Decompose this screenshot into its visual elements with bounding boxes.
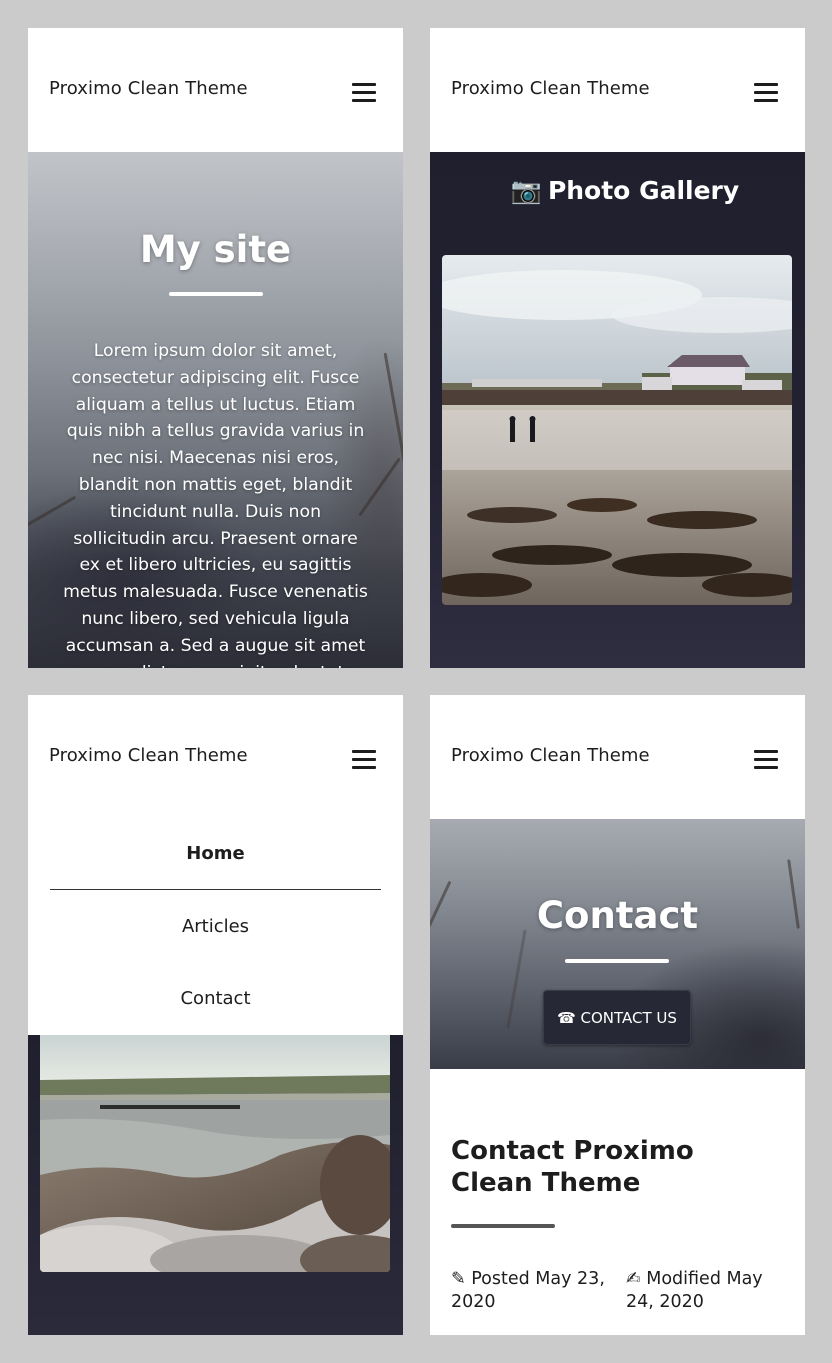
- gallery-photo[interactable]: [442, 255, 792, 605]
- beach-photo-image: [40, 1035, 390, 1272]
- hamburger-menu-icon[interactable]: [352, 83, 376, 103]
- article-divider: [451, 1224, 555, 1228]
- site-brand[interactable]: Proximo Clean Theme: [451, 745, 650, 766]
- contact-title: Contact: [536, 894, 699, 937]
- camera-icon: 📷: [510, 176, 542, 205]
- header: Proximo Clean Theme: [28, 695, 403, 819]
- writing-hand-icon: ✍: [626, 1269, 641, 1289]
- grass-stem: [506, 929, 527, 1029]
- screen-contact: Proximo Clean Theme Contact ☎ CONTACT US…: [430, 695, 805, 1335]
- pencil-icon: ✎: [451, 1269, 466, 1289]
- contact-hero: Contact ☎ CONTACT US: [430, 819, 805, 1069]
- nav-item-home[interactable]: Home: [28, 843, 403, 864]
- telephone-icon: ☎: [557, 1009, 576, 1027]
- gallery-title-text: Photo Gallery: [547, 176, 740, 205]
- site-brand[interactable]: Proximo Clean Theme: [49, 745, 248, 766]
- article-section: Contact Proximo Clean Theme ✎ Posted May…: [430, 1069, 805, 1335]
- gallery-photo[interactable]: [40, 1035, 390, 1272]
- nav-item-articles[interactable]: Articles: [28, 916, 403, 937]
- article-title: Contact Proximo Clean Theme: [451, 1136, 694, 1198]
- screen-menu-open: Proximo Clean Theme Home Articles Contac…: [28, 695, 403, 1335]
- screen-gallery: Proximo Clean Theme 📷 Photo Gallery: [430, 28, 805, 668]
- hero-divider: [169, 292, 263, 296]
- hero-text: Lorem ipsum dolor sit amet, consectetur …: [63, 341, 368, 668]
- gallery-title: 📷 Photo Gallery: [430, 176, 805, 206]
- contact-us-button[interactable]: ☎ CONTACT US: [543, 990, 691, 1045]
- hero-title: My site: [139, 228, 292, 271]
- site-brand[interactable]: Proximo Clean Theme: [49, 78, 248, 99]
- hamburger-menu-icon[interactable]: [754, 83, 778, 103]
- site-brand[interactable]: Proximo Clean Theme: [451, 78, 650, 99]
- modified-date-text: Modified May 24, 2020: [626, 1269, 763, 1312]
- hamburger-menu-icon[interactable]: [352, 750, 376, 770]
- header: Proximo Clean Theme: [430, 28, 805, 152]
- screen-home: Proximo Clean Theme My site Lorem ipsum …: [28, 28, 403, 668]
- gallery-section: 📷 Photo Gallery: [430, 152, 805, 668]
- nav-item-contact[interactable]: Contact: [28, 988, 403, 1009]
- beach-photo-image: [442, 255, 792, 605]
- hamburger-menu-icon[interactable]: [754, 750, 778, 770]
- header: Proximo Clean Theme: [430, 695, 805, 819]
- hero-section: My site Lorem ipsum dolor sit amet, cons…: [28, 152, 403, 668]
- modified-date: ✍ Modified May 24, 2020: [626, 1268, 786, 1314]
- header: Proximo Clean Theme: [28, 28, 403, 152]
- posted-date: ✎ Posted May 23, 2020: [451, 1268, 616, 1314]
- nav-active-underline: [50, 889, 381, 890]
- contact-us-label: CONTACT US: [580, 1009, 677, 1027]
- contact-divider: [565, 959, 669, 963]
- posted-date-text: Posted May 23, 2020: [451, 1269, 605, 1312]
- nav-menu: Home Articles Contact: [28, 819, 403, 1035]
- gallery-section: [28, 1035, 403, 1335]
